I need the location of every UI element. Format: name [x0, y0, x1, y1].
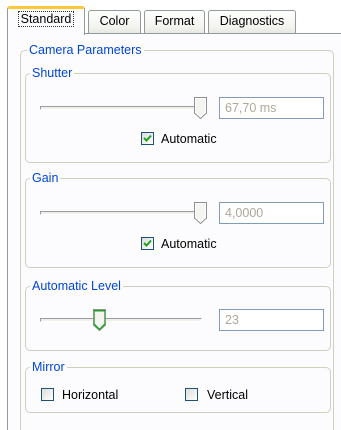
- tab-diagnostics[interactable]: Diagnostics: [208, 10, 296, 34]
- mirror-group: Mirror Horizontal Vertical: [25, 359, 331, 413]
- shutter-title: Shutter: [30, 65, 75, 81]
- automatic-level-slider-track[interactable]: [40, 318, 202, 322]
- tab-diagnostics-label: Diagnostics: [219, 14, 285, 28]
- tab-color[interactable]: Color: [88, 10, 141, 34]
- automatic-level-title: Automatic Level: [30, 278, 123, 294]
- shutter-automatic-label: Automatic: [161, 132, 217, 146]
- automatic-level-group: Automatic Level 23: [25, 278, 331, 351]
- gain-slider-track[interactable]: [40, 211, 202, 215]
- shutter-slider-thumb[interactable]: [194, 97, 207, 120]
- tab-format[interactable]: Format: [144, 10, 205, 34]
- shutter-slider-track[interactable]: [40, 106, 202, 110]
- tab-strip: Standard Color Format Diagnostics: [0, 0, 341, 35]
- tab-panel-standard: Camera Parameters Shutter 67,70 ms Autom…: [7, 34, 341, 430]
- shutter-value-field[interactable]: 67,70 ms: [219, 97, 324, 119]
- gain-automatic-label: Automatic: [161, 237, 217, 251]
- shutter-group: Shutter 67,70 ms Automatic: [25, 65, 331, 163]
- mirror-horizontal-label: Horizontal: [62, 388, 119, 402]
- mirror-horizontal-checkbox[interactable]: [41, 388, 54, 401]
- tab-color-label: Color: [99, 14, 130, 28]
- gain-slider-thumb[interactable]: [194, 202, 207, 225]
- mirror-vertical-label: Vertical: [207, 388, 248, 402]
- tab-format-label: Format: [154, 14, 195, 28]
- gain-automatic-checkbox[interactable]: [141, 237, 154, 250]
- gain-title: Gain: [30, 170, 61, 186]
- gain-value-field[interactable]: 4,0000: [219, 202, 324, 224]
- camera-settings-window: Standard Color Format Diagnostics Camera…: [0, 0, 341, 430]
- tab-standard-label: Standard: [17, 11, 75, 27]
- automatic-level-slider-thumb[interactable]: [93, 309, 106, 332]
- mirror-title: Mirror: [30, 359, 67, 375]
- automatic-level-value-field[interactable]: 23: [219, 309, 324, 331]
- tab-standard[interactable]: Standard: [7, 6, 85, 35]
- checkmark-icon: [143, 239, 152, 247]
- gain-group: Gain 4,0000 Automatic: [25, 170, 331, 268]
- mirror-vertical-checkbox[interactable]: [185, 388, 198, 401]
- shutter-automatic-checkbox[interactable]: [141, 132, 154, 145]
- camera-parameters-title: Camera Parameters: [27, 42, 144, 58]
- checkmark-icon: [143, 134, 152, 142]
